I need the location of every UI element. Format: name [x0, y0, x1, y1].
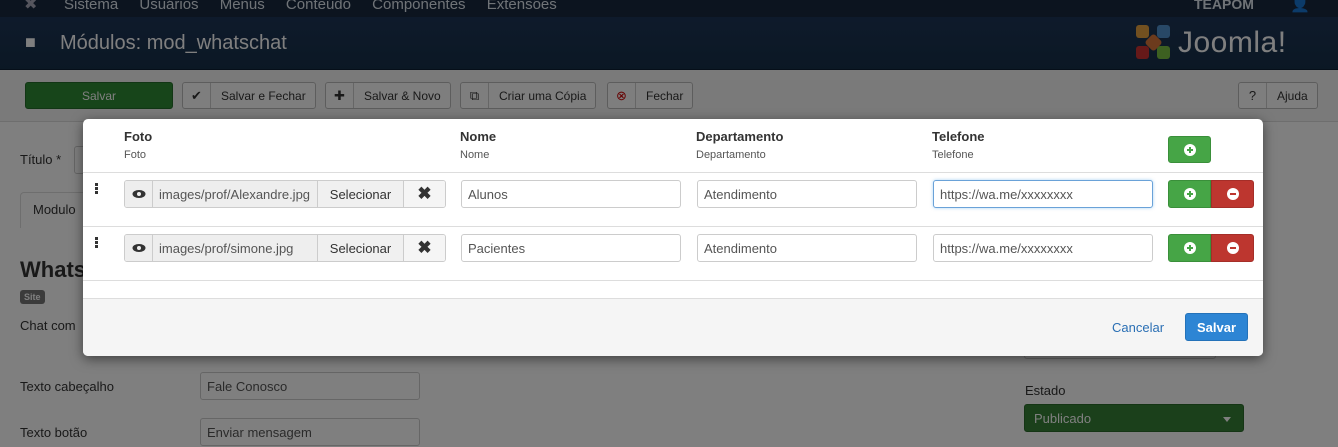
table-row: images/prof/Alexandre.jpg Selecionar ✖ A… [83, 173, 1263, 227]
minus-circle-icon [1226, 242, 1239, 254]
add-row-after-button[interactable] [1168, 234, 1211, 262]
nome-input[interactable]: Alunos [461, 180, 681, 208]
column-nome: Nome Nome [460, 129, 496, 161]
eye-icon[interactable] [125, 235, 153, 261]
subform-header: Foto Foto Nome Nome Departamento Departa… [83, 119, 1263, 173]
column-subtitle: Departamento [696, 149, 766, 161]
add-row-button[interactable] [1168, 136, 1211, 163]
select-media-button[interactable]: Selecionar [318, 181, 404, 207]
column-foto: Foto Foto [124, 129, 152, 161]
row-actions [1168, 180, 1254, 208]
cancel-button[interactable]: Cancelar [1112, 320, 1164, 335]
plus-circle-icon [1183, 143, 1196, 156]
clear-media-icon[interactable]: ✖ [404, 181, 445, 207]
departamento-input[interactable]: Atendimento [697, 180, 917, 208]
nome-input[interactable]: Pacientes [461, 234, 681, 262]
eye-icon[interactable] [125, 181, 153, 207]
telefone-input[interactable]: https://wa.me/xxxxxxxx [933, 234, 1153, 262]
column-subtitle: Foto [124, 149, 147, 161]
column-departamento: Departamento Departamento [696, 129, 783, 161]
modal-save-button[interactable]: Salvar [1185, 313, 1248, 341]
select-media-button[interactable]: Selecionar [318, 235, 404, 261]
column-subtitle: Nome [460, 149, 490, 161]
media-field: images/prof/Alexandre.jpg Selecionar ✖ [124, 180, 446, 208]
plus-circle-icon [1183, 242, 1196, 254]
remove-row-button[interactable] [1211, 234, 1254, 262]
drag-handle-icon[interactable] [95, 237, 98, 249]
telefone-input[interactable]: https://wa.me/xxxxxxxx [933, 180, 1153, 208]
remove-row-button[interactable] [1211, 180, 1254, 208]
column-title: Telefone [932, 129, 985, 144]
add-row-after-button[interactable] [1168, 180, 1211, 208]
column-telefone: Telefone Telefone [932, 129, 985, 161]
table-row: images/prof/simone.jpg Selecionar ✖ Paci… [83, 227, 1263, 281]
departamento-input[interactable]: Atendimento [697, 234, 917, 262]
modal-footer: Cancelar Salvar [83, 298, 1263, 356]
column-title: Departamento [696, 129, 784, 144]
column-title: Foto [124, 129, 153, 144]
row-actions [1168, 234, 1254, 262]
media-field: images/prof/simone.jpg Selecionar ✖ [124, 234, 446, 262]
subform-modal: Foto Foto Nome Nome Departamento Departa… [83, 119, 1263, 356]
clear-media-icon[interactable]: ✖ [404, 235, 445, 261]
minus-circle-icon [1226, 188, 1239, 200]
drag-handle-icon[interactable] [95, 183, 98, 195]
column-subtitle: Telefone [932, 149, 974, 161]
plus-circle-icon [1183, 188, 1196, 200]
column-title: Nome [460, 129, 497, 144]
media-path: images/prof/Alexandre.jpg [153, 181, 318, 207]
media-path: images/prof/simone.jpg [153, 235, 318, 261]
